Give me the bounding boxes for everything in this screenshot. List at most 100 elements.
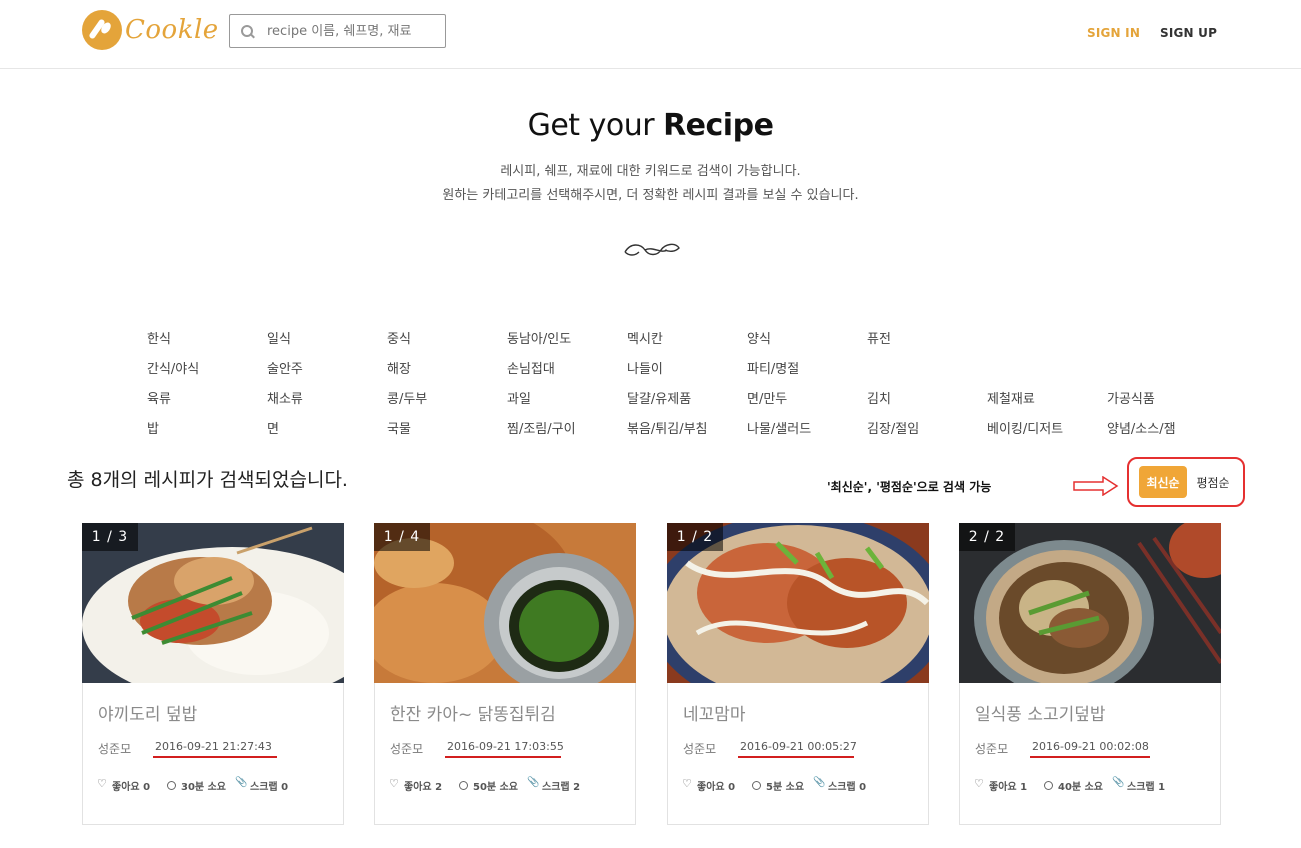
category-item[interactable]: 달걀/유제품 xyxy=(627,388,691,407)
category-item[interactable]: 육류 xyxy=(147,388,171,407)
recipe-date: 2016-09-21 00:05:27 xyxy=(740,740,857,753)
paperclip-icon xyxy=(235,777,247,790)
clock-icon xyxy=(167,781,176,790)
category-item[interactable]: 간식/야식 xyxy=(147,358,199,377)
category-item[interactable]: 밥 xyxy=(147,418,159,437)
category-item[interactable]: 제철재료 xyxy=(987,388,1035,407)
recipe-thumbnail[interactable]: 2 / 2 xyxy=(959,523,1221,683)
search-box[interactable] xyxy=(229,14,446,48)
flourish-divider-icon xyxy=(624,243,680,256)
category-item[interactable]: 양식 xyxy=(747,328,771,347)
category-item[interactable]: 파티/명절 xyxy=(747,358,799,377)
logo[interactable]: Cookle xyxy=(82,10,219,50)
image-counter: 1 / 4 xyxy=(374,523,430,551)
recipe-title[interactable]: 야끼도리 덮밥 xyxy=(98,700,197,725)
category-item[interactable]: 콩/두부 xyxy=(387,388,427,407)
category-item[interactable]: 나물/샐러드 xyxy=(747,418,811,437)
like-count[interactable]: 좋아요 0 xyxy=(97,777,151,793)
scrap-count[interactable]: 스크랩 2 xyxy=(527,777,580,793)
hero-subtitle-1: 레시피, 쉐프, 재료에 대한 키워드로 검색이 가능합니다. xyxy=(500,164,801,179)
scrap-count[interactable]: 스크랩 0 xyxy=(813,777,867,793)
recipe-thumbnail[interactable]: 1 / 2 xyxy=(667,523,929,683)
like-label: 좋아요 2 xyxy=(404,782,443,793)
recipe-date: 2016-09-21 21:27:43 xyxy=(155,740,272,753)
like-count[interactable]: 좋아요 0 xyxy=(682,777,735,793)
recipe-thumbnail[interactable]: 1 / 3 xyxy=(82,523,344,683)
recipe-date: 2016-09-21 17:03:55 xyxy=(447,740,564,753)
like-label: 좋아요 0 xyxy=(112,782,151,793)
image-counter: 1 / 2 xyxy=(667,523,723,551)
category-item[interactable]: 볶음/튀김/부침 xyxy=(627,418,708,437)
scrap-label: 스크랩 0 xyxy=(828,782,867,793)
category-item[interactable]: 나들이 xyxy=(627,358,663,377)
category-item[interactable]: 국물 xyxy=(387,418,411,437)
cook-time: 40분 소요 xyxy=(1044,778,1103,793)
category-item[interactable]: 퓨전 xyxy=(867,328,891,347)
category-item[interactable]: 손님접대 xyxy=(507,358,555,377)
category-item[interactable]: 술안주 xyxy=(267,358,303,377)
recipe-date: 2016-09-21 00:02:08 xyxy=(1032,740,1149,753)
category-item[interactable]: 찜/조림/구이 xyxy=(507,418,576,437)
recipe-thumbnail[interactable]: 1 / 4 xyxy=(374,523,636,683)
page-title: Get your Recipe xyxy=(0,108,1301,143)
category-item[interactable]: 중식 xyxy=(387,328,411,347)
recipe-title[interactable]: 일식풍 소고기덮밥 xyxy=(975,700,1106,725)
scrap-label: 스크랩 0 xyxy=(250,782,289,793)
date-highlight-underline xyxy=(738,756,854,758)
scrap-count[interactable]: 스크랩 1 xyxy=(1112,777,1166,793)
logo-text: Cookle xyxy=(125,15,219,45)
category-item[interactable]: 해장 xyxy=(387,358,411,377)
heart-icon xyxy=(97,777,107,790)
category-item[interactable]: 일식 xyxy=(267,328,291,347)
recipe-author: 성준모 xyxy=(98,742,132,756)
search-input[interactable] xyxy=(265,22,439,40)
recipe-card[interactable]: 2 / 2 일식풍 소고기덮밥 성준모 2016-09-21 00:02:08 … xyxy=(959,523,1221,825)
sign-in-link[interactable]: SIGN IN xyxy=(1087,26,1140,40)
category-item[interactable]: 양념/소스/잼 xyxy=(1107,418,1176,437)
date-highlight-underline xyxy=(445,756,561,758)
time-label: 5분 소요 xyxy=(766,782,805,793)
category-item[interactable]: 면/만두 xyxy=(747,388,787,407)
like-count[interactable]: 좋아요 1 xyxy=(974,777,1028,793)
date-highlight-underline xyxy=(1030,756,1150,758)
like-label: 좋아요 1 xyxy=(989,782,1028,793)
sort-latest-button[interactable]: 최신순 xyxy=(1139,466,1187,498)
category-item[interactable]: 가공식품 xyxy=(1107,388,1155,407)
sort-rating-button[interactable]: 평점순 xyxy=(1192,466,1234,498)
page-title-bold: Recipe xyxy=(663,108,774,143)
category-item[interactable]: 김치 xyxy=(867,388,891,407)
sign-up-link[interactable]: SIGN UP xyxy=(1160,26,1217,40)
date-highlight-underline xyxy=(153,756,277,758)
category-item[interactable]: 과일 xyxy=(507,388,531,407)
category-item[interactable]: 한식 xyxy=(147,328,171,347)
category-item[interactable]: 면 xyxy=(267,418,279,437)
category-item[interactable]: 김장/절임 xyxy=(867,418,919,437)
recipe-title[interactable]: 네꼬맘마 xyxy=(683,700,746,725)
logo-icon xyxy=(82,10,122,50)
hero-subtitle-2: 원하는 카테고리를 선택해주시면, 더 정확한 레시피 결과를 보실 수 있습니… xyxy=(442,188,859,203)
recipe-author: 성준모 xyxy=(683,742,717,756)
page-title-prefix: Get your xyxy=(527,108,664,143)
cook-time: 50분 소요 xyxy=(459,778,518,793)
like-count[interactable]: 좋아요 2 xyxy=(389,777,443,793)
paperclip-icon xyxy=(1112,777,1124,790)
search-icon xyxy=(241,25,253,37)
time-label: 50분 소요 xyxy=(473,782,518,793)
category-item[interactable]: 채소류 xyxy=(267,388,303,407)
recipe-title[interactable]: 한잔 카아~ 닭똥집튀김 xyxy=(390,700,556,725)
category-item[interactable]: 멕시칸 xyxy=(627,328,663,347)
recipe-card[interactable]: 1 / 3 야끼도리 덮밥 성준모 2016-09-21 21:27:43 좋아… xyxy=(82,523,344,825)
recipe-card[interactable]: 1 / 2 네꼬맘마 성준모 2016-09-21 00:05:27 좋아요 0… xyxy=(667,523,929,825)
header: Cookle SIGN IN SIGN UP xyxy=(0,0,1301,69)
heart-icon xyxy=(974,777,984,790)
clock-icon xyxy=(1044,781,1053,790)
annotation-arrow-icon xyxy=(1073,476,1119,496)
clock-icon xyxy=(752,781,761,790)
category-item[interactable]: 베이킹/디저트 xyxy=(987,418,1063,437)
category-item[interactable]: 동남아/인도 xyxy=(507,328,571,347)
scrap-label: 스크랩 1 xyxy=(1127,782,1166,793)
scrap-count[interactable]: 스크랩 0 xyxy=(235,777,289,793)
heart-icon xyxy=(389,777,399,790)
recipe-card[interactable]: 1 / 4 한잔 카아~ 닭똥집튀김 성준모 2016-09-21 17:03:… xyxy=(374,523,636,825)
result-count: 총 8개의 레시피가 검색되었습니다. xyxy=(67,469,348,491)
